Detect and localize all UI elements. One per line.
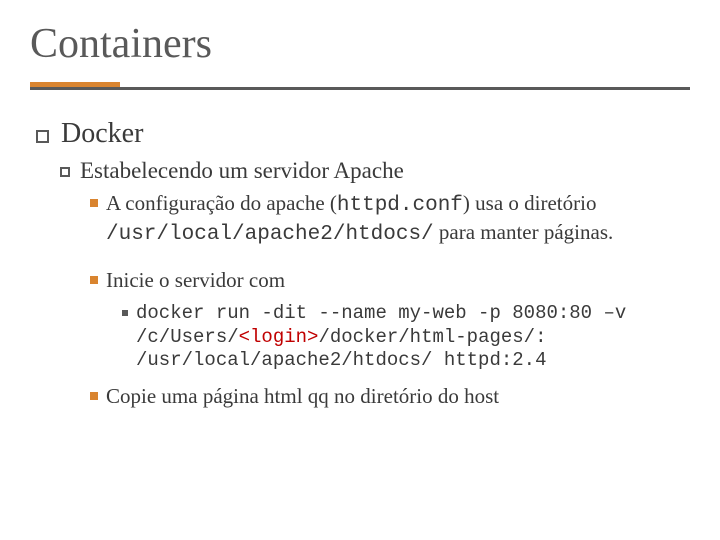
bullet-icon <box>36 130 49 143</box>
cmd-login-placeholder: <login> <box>239 326 319 348</box>
level3-text: A configuração do apache (httpd.conf) us… <box>106 190 680 249</box>
divider <box>30 82 690 90</box>
list-item: Inicie o servidor com <box>90 267 680 294</box>
text: para manter páginas. <box>434 220 614 244</box>
level3-text: Copie uma página html qq no diretório do… <box>106 383 499 410</box>
bullet-icon <box>90 199 98 207</box>
list-item: Docker <box>36 118 690 150</box>
level2-text: Estabelecendo um servidor Apache <box>80 158 404 183</box>
list-item: Copie uma página html qq no diretório do… <box>90 383 680 410</box>
bullet-icon <box>90 392 98 400</box>
bullet-icon <box>90 276 98 284</box>
rule-bar <box>30 87 690 90</box>
list-item: A configuração do apache (httpd.conf) us… <box>90 190 680 249</box>
text: A configuração do apache ( <box>106 191 337 215</box>
command-text: docker run -dit --name my-web -p 8080:80… <box>136 302 670 373</box>
level3-text: Inicie o servidor com <box>106 267 285 294</box>
list-item: Estabelecendo um servidor Apache <box>60 158 690 184</box>
code: httpd.conf <box>337 194 463 217</box>
bullet-icon <box>122 310 128 316</box>
bullet-icon <box>60 167 70 177</box>
slide-title: Containers <box>30 20 690 68</box>
level1-text: Docker <box>61 118 143 149</box>
list-item: docker run -dit --name my-web -p 8080:80… <box>122 302 670 373</box>
text: ) usa o diretório <box>463 191 597 215</box>
code: /usr/local/apache2/htdocs/ <box>106 223 434 246</box>
